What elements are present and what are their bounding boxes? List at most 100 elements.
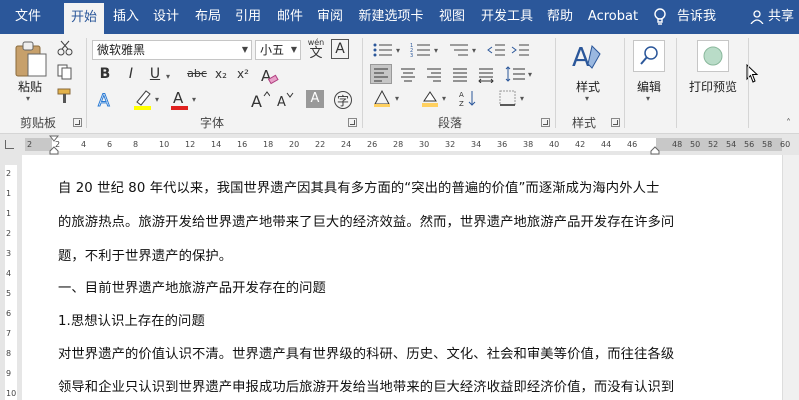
underline-dropdown-icon[interactable]: ▾ (166, 72, 170, 81)
tab-view[interactable]: 视图 (432, 0, 472, 34)
styles-icon[interactable]: A (570, 40, 604, 74)
align-right-icon[interactable] (424, 65, 444, 83)
increase-indent-icon[interactable] (510, 42, 530, 58)
paragraph-line[interactable]: 自 20 世纪 80 年代以来，我国世界遗产因其具有多方面的“突出的普遍的价值”… (58, 177, 659, 196)
bold-button[interactable]: B (96, 66, 114, 82)
shrink-font-icon[interactable]: A (276, 91, 294, 109)
borders-dropdown-icon[interactable]: ▾ (520, 94, 524, 103)
numbering-icon[interactable]: 123 (410, 42, 432, 58)
styles-launcher-icon[interactable] (611, 118, 620, 127)
italic-button[interactable]: I (122, 66, 140, 82)
numbering-dropdown-icon[interactable]: ▾ (434, 46, 438, 55)
format-painter-icon[interactable] (57, 88, 75, 104)
chinese-layout-dropdown-icon[interactable]: ▾ (395, 94, 399, 103)
editing-label[interactable]: 编辑 (629, 78, 669, 95)
strikethrough-button[interactable]: abc (184, 67, 210, 80)
paste-icon[interactable] (12, 40, 48, 78)
tab-mailings[interactable]: 邮件 (270, 0, 310, 34)
highlight-dropdown-icon[interactable]: ▾ (155, 95, 159, 104)
borders-icon[interactable] (498, 89, 518, 107)
heading-line[interactable]: 一、目前世界遗产地旅游产品开发存在的问题 (58, 277, 326, 296)
justify-icon[interactable] (450, 65, 470, 83)
print-preview-label[interactable]: 打印预览 (682, 78, 744, 95)
paragraph-line[interactable]: 的旅游热点。旅游开发给世界遗产地带来了巨大的经济效益。然而，世界遗产地旅游产品开… (58, 211, 674, 230)
decrease-indent-icon[interactable] (486, 42, 506, 58)
document-page[interactable]: 自 20 世纪 80 年代以来，我国世界遗产因其具有多方面的“突出的普遍的价值”… (22, 155, 782, 400)
font-size-combo[interactable]: 小五 ▼ (255, 40, 301, 60)
styles-label[interactable]: 样式 (566, 78, 610, 95)
line-spacing-dropdown-icon[interactable]: ▾ (528, 70, 532, 79)
right-indent-marker[interactable] (650, 143, 660, 155)
subheading-line[interactable]: 1.思想认识上存在的问题 (58, 310, 205, 329)
clear-formatting-icon[interactable]: A (259, 66, 279, 86)
encircle-character-icon[interactable]: 字 (333, 90, 353, 110)
multilevel-dropdown-icon[interactable]: ▾ (472, 46, 476, 55)
person-icon[interactable] (750, 10, 764, 24)
align-left-button[interactable] (370, 64, 392, 84)
vertical-scrollbar[interactable] (782, 155, 799, 400)
editing-button[interactable] (633, 40, 665, 72)
tab-file[interactable]: 文件 (8, 0, 48, 34)
first-line-indent-marker[interactable] (49, 135, 59, 155)
tell-me-box[interactable]: 告诉我 (677, 0, 727, 34)
styles-dropdown-icon[interactable]: ▾ (585, 94, 589, 103)
tab-layout[interactable]: 布局 (188, 0, 228, 34)
sort-icon[interactable]: AZ (458, 89, 478, 107)
font-launcher-icon[interactable] (348, 118, 357, 127)
multilevel-list-icon[interactable] (448, 42, 470, 58)
character-border-button[interactable]: A (331, 39, 349, 59)
document-area[interactable]: 自 20 世纪 80 年代以来，我国世界遗产因其具有多方面的“突出的普遍的价值”… (22, 155, 799, 400)
bullets-dropdown-icon[interactable]: ▾ (396, 46, 400, 55)
superscript-button[interactable]: x² (234, 67, 252, 81)
align-center-icon[interactable] (398, 65, 418, 83)
paragraph-launcher-icon[interactable] (541, 118, 550, 127)
tab-review[interactable]: 审阅 (310, 0, 350, 34)
paste-dropdown-icon[interactable]: ▾ (26, 94, 30, 103)
font-name-combo[interactable]: 微软雅黑 ▼ (92, 40, 252, 60)
font-color-icon[interactable]: A (170, 88, 190, 110)
text-effects-icon[interactable]: A (96, 90, 118, 111)
ruler-number: 8 (133, 140, 139, 149)
shading-dropdown-icon[interactable]: ▾ (442, 94, 446, 103)
font-color-dropdown-icon[interactable]: ▾ (192, 95, 196, 104)
collapse-ribbon-icon[interactable]: ˄ (786, 118, 791, 129)
paste-label[interactable]: 粘贴 (10, 78, 50, 95)
tab-design[interactable]: 设计 (146, 0, 186, 34)
line-spacing-icon[interactable] (505, 65, 527, 83)
underline-button[interactable]: U (146, 66, 164, 82)
tab-insert[interactable]: 插入 (106, 0, 146, 34)
tab-developer[interactable]: 开发工具 (476, 0, 538, 34)
character-shading-button[interactable]: A (306, 90, 324, 108)
tab-references[interactable]: 引用 (228, 0, 268, 34)
share-button[interactable]: 共享 (768, 0, 799, 34)
grow-font-icon[interactable]: A (250, 90, 270, 110)
paragraph-line[interactable]: 领导和企业只认识到世界遗产申报成功后旅游开发给当地带来的巨大经济收益即经济价值，… (58, 376, 674, 395)
highlight-icon[interactable] (132, 88, 154, 110)
vertical-ruler[interactable]: 2 1 1 2 3 4 5 6 7 8 9 10 (0, 155, 22, 400)
tab-home[interactable]: 开始 (64, 3, 104, 34)
tab-selector-icon[interactable] (5, 140, 14, 149)
tab-help[interactable]: 帮助 (540, 0, 580, 34)
paragraph-line[interactable]: 对世界遗产的价值认识不清。世界遗产具有世界级的科研、历史、文化、社会和审美等价值… (58, 343, 674, 362)
clipboard-launcher-icon[interactable] (73, 118, 82, 127)
print-preview-button[interactable] (697, 40, 729, 72)
paragraph-line[interactable]: 题，不利于世界遗产的保护。 (58, 245, 232, 264)
chevron-down-icon[interactable]: ▼ (288, 41, 300, 59)
tab-acrobat[interactable]: Acrobat (584, 0, 642, 34)
horizontal-ruler[interactable]: 2 2 4 6 8 10 12 14 16 18 20 22 24 26 28 30 32 34 36 38 40 42 4… (0, 135, 799, 155)
vertical-ruler-number: 4 (6, 269, 12, 278)
chevron-down-icon[interactable]: ▼ (239, 41, 251, 59)
lightbulb-icon[interactable] (653, 8, 667, 26)
subscript-button[interactable]: x₂ (212, 67, 230, 81)
bullets-icon[interactable] (372, 42, 394, 58)
cut-icon[interactable] (57, 40, 73, 56)
editing-dropdown-icon[interactable]: ▾ (646, 94, 650, 103)
ruler-number: 36 (497, 140, 508, 149)
tab-new-tab[interactable]: 新建选项卡 (354, 0, 428, 34)
ruler-number: 40 (549, 140, 560, 149)
copy-icon[interactable] (57, 64, 73, 80)
distributed-icon[interactable] (476, 65, 496, 83)
chinese-layout-icon[interactable] (372, 88, 392, 108)
phonetic-guide-button[interactable]: wén 文 (305, 38, 327, 60)
shading-icon[interactable] (420, 89, 440, 107)
